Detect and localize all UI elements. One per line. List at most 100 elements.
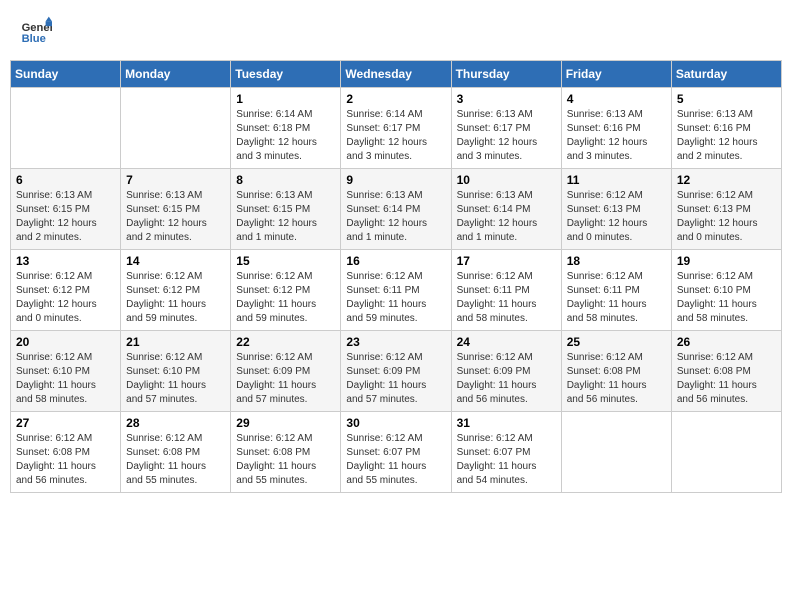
day-info: Sunrise: 6:13 AM Sunset: 6:15 PM Dayligh… [16,189,115,245]
day-info: Sunrise: 6:12 AM Sunset: 6:11 PM Dayligh… [346,270,445,326]
calendar-cell: 24 Sunrise: 6:12 AM Sunset: 6:09 PM Dayli… [451,331,561,412]
day-info: Sunrise: 6:12 AM Sunset: 6:12 PM Dayligh… [16,270,115,326]
day-info: Sunrise: 6:13 AM Sunset: 6:14 PM Dayligh… [457,189,556,245]
calendar-cell: 12 Sunrise: 6:12 AM Sunset: 6:13 PM Dayli… [671,169,781,250]
day-info: Sunrise: 6:12 AM Sunset: 6:09 PM Dayligh… [236,351,335,407]
day-number: 12 [677,173,776,187]
calendar-cell: 15 Sunrise: 6:12 AM Sunset: 6:12 PM Dayli… [231,250,341,331]
day-info: Sunrise: 6:14 AM Sunset: 6:18 PM Dayligh… [236,108,335,164]
day-of-week-header: Saturday [671,61,781,88]
day-info: Sunrise: 6:12 AM Sunset: 6:08 PM Dayligh… [126,432,225,488]
day-info: Sunrise: 6:12 AM Sunset: 6:11 PM Dayligh… [567,270,666,326]
calendar-cell: 28 Sunrise: 6:12 AM Sunset: 6:08 PM Dayli… [121,412,231,493]
day-info: Sunrise: 6:12 AM Sunset: 6:12 PM Dayligh… [236,270,335,326]
day-number: 16 [346,254,445,268]
day-of-week-header: Wednesday [341,61,451,88]
day-number: 20 [16,335,115,349]
day-number: 5 [677,92,776,106]
day-info: Sunrise: 6:12 AM Sunset: 6:11 PM Dayligh… [457,270,556,326]
day-of-week-header: Tuesday [231,61,341,88]
calendar-cell: 26 Sunrise: 6:12 AM Sunset: 6:08 PM Dayli… [671,331,781,412]
calendar-cell: 7 Sunrise: 6:13 AM Sunset: 6:15 PM Daylig… [121,169,231,250]
day-info: Sunrise: 6:13 AM Sunset: 6:15 PM Dayligh… [126,189,225,245]
day-info: Sunrise: 6:13 AM Sunset: 6:14 PM Dayligh… [346,189,445,245]
day-number: 17 [457,254,556,268]
day-info: Sunrise: 6:13 AM Sunset: 6:17 PM Dayligh… [457,108,556,164]
calendar-cell: 13Sunrise: 6:12 AM Sunset: 6:12 PM Dayli… [11,250,121,331]
day-number: 15 [236,254,335,268]
day-info: Sunrise: 6:12 AM Sunset: 6:08 PM Dayligh… [677,351,776,407]
calendar-cell: 30 Sunrise: 6:12 AM Sunset: 6:07 PM Dayli… [341,412,451,493]
calendar-cell: 14 Sunrise: 6:12 AM Sunset: 6:12 PM Dayli… [121,250,231,331]
day-info: Sunrise: 6:13 AM Sunset: 6:15 PM Dayligh… [236,189,335,245]
calendar-cell [11,88,121,169]
day-number: 11 [567,173,666,187]
calendar-cell: 3 Sunrise: 6:13 AM Sunset: 6:17 PM Daylig… [451,88,561,169]
day-info: Sunrise: 6:13 AM Sunset: 6:16 PM Dayligh… [677,108,776,164]
calendar-cell: 9 Sunrise: 6:13 AM Sunset: 6:14 PM Daylig… [341,169,451,250]
calendar-cell [671,412,781,493]
day-number: 30 [346,416,445,430]
day-info: Sunrise: 6:12 AM Sunset: 6:08 PM Dayligh… [567,351,666,407]
day-number: 3 [457,92,556,106]
calendar-cell: 10Sunrise: 6:13 AM Sunset: 6:14 PM Dayli… [451,169,561,250]
svg-text:Blue: Blue [22,33,46,45]
day-number: 7 [126,173,225,187]
day-info: Sunrise: 6:12 AM Sunset: 6:08 PM Dayligh… [16,432,115,488]
day-number: 18 [567,254,666,268]
calendar-cell: 2 Sunrise: 6:14 AM Sunset: 6:17 PM Daylig… [341,88,451,169]
day-number: 6 [16,173,115,187]
day-info: Sunrise: 6:12 AM Sunset: 6:13 PM Dayligh… [677,189,776,245]
day-number: 31 [457,416,556,430]
calendar-cell: 6 Sunrise: 6:13 AM Sunset: 6:15 PM Daylig… [11,169,121,250]
calendar-cell: 29 Sunrise: 6:12 AM Sunset: 6:08 PM Dayli… [231,412,341,493]
calendar-cell: 21 Sunrise: 6:12 AM Sunset: 6:10 PM Dayli… [121,331,231,412]
calendar-cell: 19 Sunrise: 6:12 AM Sunset: 6:10 PM Dayli… [671,250,781,331]
day-number: 2 [346,92,445,106]
day-info: Sunrise: 6:12 AM Sunset: 6:10 PM Dayligh… [677,270,776,326]
day-number: 24 [457,335,556,349]
day-info: Sunrise: 6:14 AM Sunset: 6:17 PM Dayligh… [346,108,445,164]
calendar-cell: 23 Sunrise: 6:12 AM Sunset: 6:09 PM Dayli… [341,331,451,412]
calendar-table: SundayMondayTuesdayWednesdayThursdayFrid… [10,60,782,493]
day-info: Sunrise: 6:12 AM Sunset: 6:07 PM Dayligh… [457,432,556,488]
day-number: 29 [236,416,335,430]
day-number: 25 [567,335,666,349]
day-number: 23 [346,335,445,349]
calendar-cell: 27 Sunrise: 6:12 AM Sunset: 6:08 PM Dayli… [11,412,121,493]
calendar-cell: 22 Sunrise: 6:12 AM Sunset: 6:09 PM Dayli… [231,331,341,412]
day-number: 1 [236,92,335,106]
day-info: Sunrise: 6:12 AM Sunset: 6:10 PM Dayligh… [16,351,115,407]
day-number: 27 [16,416,115,430]
calendar-cell: 8 Sunrise: 6:13 AM Sunset: 6:15 PM Daylig… [231,169,341,250]
day-info: Sunrise: 6:12 AM Sunset: 6:10 PM Dayligh… [126,351,225,407]
day-number: 14 [126,254,225,268]
logo: General Blue [20,15,56,47]
day-number: 21 [126,335,225,349]
calendar-cell [561,412,671,493]
calendar-cell: 31 Sunrise: 6:12 AM Sunset: 6:07 PM Dayli… [451,412,561,493]
day-number: 4 [567,92,666,106]
day-info: Sunrise: 6:12 AM Sunset: 6:12 PM Dayligh… [126,270,225,326]
day-number: 22 [236,335,335,349]
day-of-week-header: Monday [121,61,231,88]
day-info: Sunrise: 6:12 AM Sunset: 6:09 PM Dayligh… [346,351,445,407]
day-number: 8 [236,173,335,187]
day-number: 9 [346,173,445,187]
calendar-cell: 5 Sunrise: 6:13 AM Sunset: 6:16 PM Daylig… [671,88,781,169]
calendar-cell: 11 Sunrise: 6:12 AM Sunset: 6:13 PM Dayli… [561,169,671,250]
day-number: 26 [677,335,776,349]
day-number: 19 [677,254,776,268]
day-number: 28 [126,416,225,430]
day-info: Sunrise: 6:12 AM Sunset: 6:13 PM Dayligh… [567,189,666,245]
calendar-cell: 16 Sunrise: 6:12 AM Sunset: 6:11 PM Dayli… [341,250,451,331]
day-info: Sunrise: 6:13 AM Sunset: 6:16 PM Dayligh… [567,108,666,164]
page-header: General Blue [10,10,782,52]
calendar-cell: 1 Sunrise: 6:14 AM Sunset: 6:18 PM Daylig… [231,88,341,169]
day-info: Sunrise: 6:12 AM Sunset: 6:08 PM Dayligh… [236,432,335,488]
day-info: Sunrise: 6:12 AM Sunset: 6:09 PM Dayligh… [457,351,556,407]
day-info: Sunrise: 6:12 AM Sunset: 6:07 PM Dayligh… [346,432,445,488]
calendar-cell: 17 Sunrise: 6:12 AM Sunset: 6:11 PM Dayli… [451,250,561,331]
calendar-cell: 25 Sunrise: 6:12 AM Sunset: 6:08 PM Dayli… [561,331,671,412]
calendar-cell [121,88,231,169]
